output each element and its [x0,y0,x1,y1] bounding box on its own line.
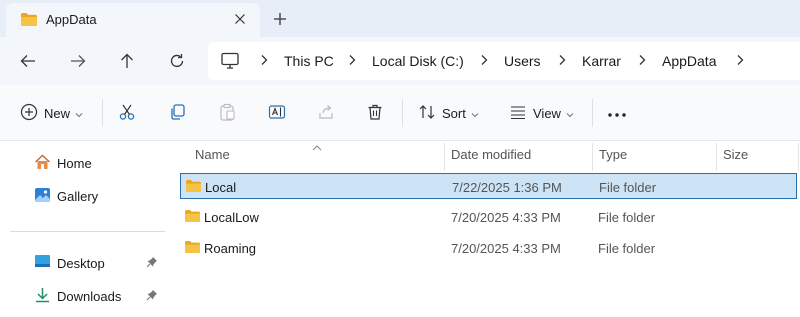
tab-title: AppData [46,12,97,27]
sort-icon [418,103,436,124]
sort-ascending-icon [312,139,322,154]
toolbar-divider [592,99,593,127]
cut-button[interactable] [118,99,136,127]
chevron-right-icon[interactable] [258,52,270,68]
plus-circle-icon [20,103,38,124]
tab-appdata[interactable]: AppData [6,3,260,37]
file-type: File folder [599,180,657,195]
gallery-icon [34,187,51,206]
pin-icon[interactable] [146,289,158,304]
home-icon [34,154,51,173]
column-divider[interactable] [716,143,717,171]
breadcrumb-karrar[interactable]: Karrar [582,53,621,69]
new-label: New [44,105,71,121]
file-name: LocalLow [204,210,259,225]
plus-icon[interactable] [268,8,292,30]
more-button[interactable] [607,99,627,127]
rename-button[interactable] [268,99,286,127]
file-date: 7/22/2025 1:36 PM [452,180,562,195]
column-divider[interactable] [444,143,445,171]
toolbar-divider [102,99,103,127]
chevron-right-icon[interactable] [734,52,746,68]
command-bar: New Sort View [0,85,800,141]
copy-button[interactable] [168,99,186,127]
file-date: 7/20/2025 4:33 PM [451,210,561,225]
chevron-down-icon [471,106,479,121]
view-label: View [533,105,561,121]
column-divider[interactable] [798,143,799,171]
column-header-type[interactable]: Type [599,147,627,162]
file-name: Local [205,180,237,195]
share-button[interactable] [317,99,335,127]
table-row[interactable]: Roaming 7/20/2025 4:33 PM File folder [180,235,797,261]
chevron-down-icon [566,106,574,121]
sidebar-divider [10,231,165,232]
trash-icon [366,103,384,124]
column-header-name[interactable]: Name [195,147,230,162]
chevron-right-icon[interactable] [556,52,568,68]
chevron-right-icon[interactable] [636,52,648,68]
navigation-pane: Home Gallery Desktop Downloads [0,141,170,317]
sort-button[interactable]: Sort [418,99,479,127]
download-icon [34,287,51,306]
table-row[interactable]: LocalLow 7/20/2025 4:33 PM File folder [180,204,797,230]
tab-strip: AppData [0,0,800,37]
folder-icon [184,240,201,257]
view-button[interactable]: View [509,99,574,127]
sidebar-item-desktop[interactable]: Desktop [34,252,105,274]
more-icon [607,106,627,121]
close-icon[interactable] [230,9,250,29]
address-bar[interactable]: This PC Local Disk (C:) Users Karrar App… [208,42,800,80]
folder-icon [185,179,202,196]
delete-button[interactable] [366,99,384,127]
desktop-icon [34,254,51,272]
file-type: File folder [598,210,656,225]
copy-icon [168,103,186,124]
file-type: File folder [598,241,656,256]
file-name: Roaming [204,241,257,256]
table-row[interactable]: Local 7/22/2025 1:36 PM File folder [180,173,797,199]
chevron-down-icon [75,106,83,121]
new-button[interactable]: New [20,99,83,127]
pin-icon[interactable] [146,256,158,271]
chevron-right-icon[interactable] [478,52,490,68]
toolbar-divider [402,99,403,127]
column-header-date[interactable]: Date modified [451,147,531,162]
column-header-size[interactable]: Size [723,147,748,162]
folder-icon [20,12,38,30]
sidebar-item-home[interactable]: Home [34,152,92,174]
view-icon [509,103,527,124]
breadcrumb-appdata[interactable]: AppData [662,53,716,69]
arrow-right-icon[interactable] [64,47,92,75]
sort-label: Sort [442,105,466,121]
column-divider[interactable] [592,143,593,171]
breadcrumb-users[interactable]: Users [504,53,541,69]
file-date: 7/20/2025 4:33 PM [451,241,561,256]
chevron-right-icon[interactable] [346,52,358,68]
computer-icon [220,52,240,73]
breadcrumb-local-disk[interactable]: Local Disk (C:) [372,53,464,69]
folder-icon [184,209,201,226]
file-list: Name Date modified Type Size Local 7/22/… [170,141,800,317]
rename-icon [268,103,286,124]
sidebar-item-gallery[interactable]: Gallery [34,185,98,207]
cut-icon [118,103,136,124]
navigation-bar: This PC Local Disk (C:) Users Karrar App… [0,37,800,85]
arrow-up-icon[interactable] [113,47,141,75]
paste-button[interactable] [218,99,236,127]
sidebar-item-downloads[interactable]: Downloads [34,285,121,307]
arrow-left-icon[interactable] [14,47,42,75]
breadcrumb-this-pc[interactable]: This PC [284,53,334,69]
refresh-icon[interactable] [163,47,191,75]
paste-icon [218,103,236,124]
share-icon [317,103,335,124]
